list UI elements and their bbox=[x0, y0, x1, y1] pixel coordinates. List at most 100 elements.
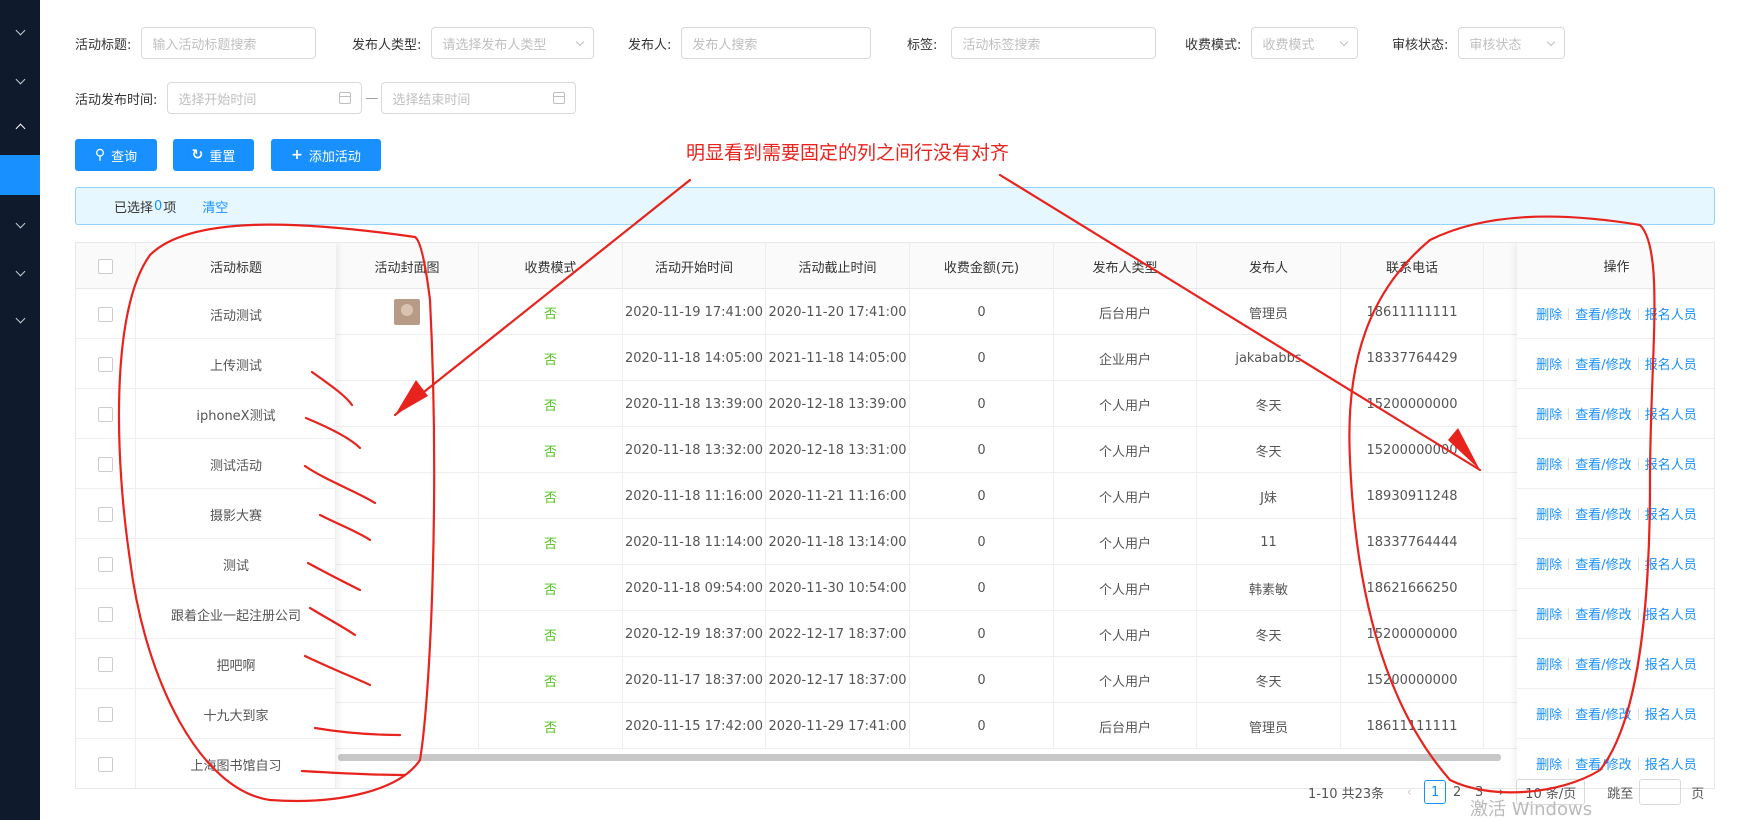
reset-button[interactable]: ↻ 重置 bbox=[173, 139, 254, 171]
row-select-cell bbox=[76, 439, 136, 489]
row-checkbox[interactable] bbox=[98, 306, 113, 322]
cover-cell bbox=[336, 427, 479, 473]
row-checkbox[interactable] bbox=[98, 756, 113, 772]
delete-link[interactable]: 删除 bbox=[1536, 704, 1562, 723]
sidebar-menu-toggle-1[interactable] bbox=[0, 10, 40, 50]
filter-fee-mode-label: 收费模式: bbox=[1185, 37, 1242, 53]
delete-link[interactable]: 删除 bbox=[1536, 504, 1562, 523]
view-edit-link[interactable]: 查看/修改 bbox=[1575, 704, 1631, 723]
publisher-type-cell: 后台用户 bbox=[1054, 703, 1197, 749]
table-row-fixed-left: 活动测试 bbox=[76, 289, 336, 339]
delete-link[interactable]: 删除 bbox=[1536, 754, 1562, 773]
fee-mode-select[interactable]: 收费模式 bbox=[1251, 27, 1359, 59]
delete-link[interactable]: 删除 bbox=[1536, 554, 1562, 573]
signups-link[interactable]: 报名人员 bbox=[1645, 654, 1697, 673]
col-header-amount: 收费金额(元) bbox=[910, 243, 1054, 289]
prev-page-button[interactable]: ‹ bbox=[1398, 780, 1420, 804]
action-separator bbox=[1568, 457, 1570, 470]
row-actions: 删除 查看/修改 报名人员 bbox=[1536, 704, 1697, 723]
activity-table: 活动封面图 收费模式 活动开始时间 活动截止时间 收费金额(元) 发布人类型 发… bbox=[75, 242, 1715, 789]
row-checkbox[interactable] bbox=[98, 606, 113, 622]
sidebar-menu-toggle-3[interactable] bbox=[0, 108, 40, 148]
publisher-cell: 冬天 bbox=[1197, 657, 1341, 703]
row-checkbox[interactable] bbox=[98, 356, 113, 372]
delete-link[interactable]: 删除 bbox=[1536, 654, 1562, 673]
action-separator bbox=[1637, 357, 1639, 370]
row-checkbox[interactable] bbox=[98, 656, 113, 672]
cover-thumbnail[interactable] bbox=[394, 299, 420, 325]
title-cell: 上传测试 bbox=[209, 358, 262, 374]
view-edit-link[interactable]: 查看/修改 bbox=[1575, 754, 1631, 773]
end-time-cell: 2020-12-18 13:39:00 bbox=[766, 381, 910, 427]
sidebar-menu-toggle-6[interactable] bbox=[0, 298, 40, 338]
signups-link[interactable]: 报名人员 bbox=[1645, 404, 1697, 423]
row-checkbox[interactable] bbox=[98, 406, 113, 422]
signups-link[interactable]: 报名人员 bbox=[1645, 704, 1697, 723]
row-checkbox[interactable] bbox=[98, 506, 113, 522]
signups-link[interactable]: 报名人员 bbox=[1645, 554, 1697, 573]
horizontal-scrollbar[interactable] bbox=[338, 754, 1501, 761]
view-edit-link[interactable]: 查看/修改 bbox=[1575, 604, 1631, 623]
row-checkbox[interactable] bbox=[98, 706, 113, 722]
delete-link[interactable]: 删除 bbox=[1536, 354, 1562, 373]
signups-link[interactable]: 报名人员 bbox=[1645, 604, 1697, 623]
sidebar-menu-toggle-2[interactable] bbox=[0, 59, 40, 99]
end-date-picker[interactable]: 选择结束时间 bbox=[381, 82, 577, 114]
review-status-select[interactable]: 审核状态 bbox=[1458, 27, 1566, 59]
row-checkbox[interactable] bbox=[98, 456, 113, 472]
sidebar-menu-toggle-4[interactable] bbox=[0, 203, 40, 243]
action-separator bbox=[1568, 757, 1570, 770]
view-edit-link[interactable]: 查看/修改 bbox=[1575, 304, 1631, 323]
start-time-cell: 2020-11-18 09:54:00 bbox=[623, 565, 766, 611]
filter-publish-time: 活动发布时间: 选择开始时间 — 选择结束时间 bbox=[75, 82, 577, 114]
publisher-type-select[interactable]: 请选择发布人类型 bbox=[431, 27, 595, 59]
signups-link[interactable]: 报名人员 bbox=[1645, 754, 1697, 773]
view-edit-link[interactable]: 查看/修改 bbox=[1575, 554, 1631, 573]
col-header-start-time: 活动开始时间 bbox=[623, 243, 766, 289]
add-activity-button[interactable]: + 添加活动 bbox=[271, 139, 381, 171]
start-time-cell: 2020-11-18 11:14:00 bbox=[623, 519, 766, 565]
table-row-fixed-right: 删除 查看/修改 报名人员 bbox=[1517, 639, 1714, 689]
sidebar-menu-toggle-5[interactable] bbox=[0, 251, 40, 291]
fee-mode-cell: 否 bbox=[479, 519, 623, 565]
signups-link[interactable]: 报名人员 bbox=[1645, 304, 1697, 323]
row-checkbox[interactable] bbox=[98, 556, 113, 572]
phone-cell: 18621666250 bbox=[1341, 565, 1484, 611]
sidebar-active-item[interactable] bbox=[0, 155, 40, 195]
signups-link[interactable]: 报名人员 bbox=[1645, 504, 1697, 523]
tag-search-input[interactable]: 活动标签搜索 bbox=[951, 27, 1157, 59]
start-date-picker[interactable]: 选择开始时间 bbox=[167, 82, 363, 114]
query-button[interactable]: ⚲ 查询 bbox=[75, 139, 157, 171]
jump-page-input[interactable] bbox=[1639, 779, 1682, 805]
signups-link[interactable]: 报名人员 bbox=[1645, 454, 1697, 473]
view-edit-link[interactable]: 查看/修改 bbox=[1575, 504, 1631, 523]
signups-link[interactable]: 报名人员 bbox=[1645, 354, 1697, 373]
view-edit-link[interactable]: 查看/修改 bbox=[1575, 354, 1631, 373]
action-separator bbox=[1637, 307, 1639, 320]
delete-link[interactable]: 删除 bbox=[1536, 604, 1562, 623]
selection-suffix: 项 bbox=[163, 200, 177, 216]
page-1[interactable]: 1 bbox=[1424, 780, 1447, 804]
fee-mode-cell: 否 bbox=[479, 611, 623, 657]
table-row-fixed-right: 删除 查看/修改 报名人员 bbox=[1517, 389, 1714, 439]
amount-cell: 0 bbox=[910, 427, 1054, 473]
delete-link[interactable]: 删除 bbox=[1536, 404, 1562, 423]
clear-selection-link[interactable]: 清空 bbox=[202, 197, 228, 216]
start-time-cell: 2020-11-15 17:42:00 bbox=[623, 703, 766, 749]
delete-link[interactable]: 删除 bbox=[1536, 454, 1562, 473]
view-edit-link[interactable]: 查看/修改 bbox=[1575, 454, 1631, 473]
view-edit-link[interactable]: 查看/修改 bbox=[1575, 404, 1631, 423]
filter-fee-mode: 收费模式: 收费模式 bbox=[1185, 27, 1359, 59]
amount-cell: 0 bbox=[910, 289, 1054, 335]
table-row-fixed-left: 上海图书馆自习 bbox=[76, 739, 336, 788]
chevron-down-icon bbox=[15, 74, 25, 84]
select-all-checkbox[interactable] bbox=[98, 258, 113, 274]
view-edit-link[interactable]: 查看/修改 bbox=[1575, 654, 1631, 673]
fixed-left-header: 活动标题 bbox=[76, 243, 336, 289]
delete-link[interactable]: 删除 bbox=[1536, 304, 1562, 323]
page-2[interactable]: 2 bbox=[1446, 780, 1468, 804]
row-actions: 删除 查看/修改 报名人员 bbox=[1536, 404, 1697, 423]
action-separator bbox=[1637, 457, 1639, 470]
title-search-input[interactable]: 输入活动标题搜索 bbox=[141, 27, 317, 59]
publisher-search-input[interactable]: 发布人搜索 bbox=[681, 27, 872, 59]
